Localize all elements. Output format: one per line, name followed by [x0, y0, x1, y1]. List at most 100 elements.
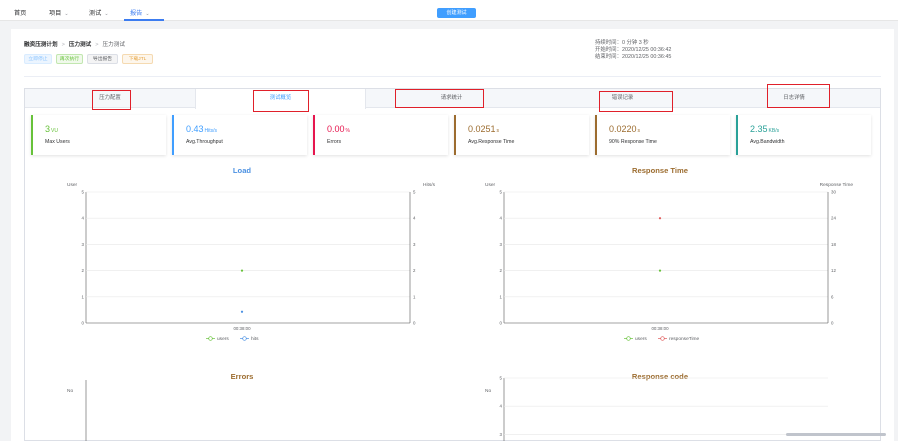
metric-card: 0.43Hits/s Avg.Throughput [172, 115, 307, 155]
rerun-button[interactable]: 再次执行 [56, 54, 83, 64]
metric-label: Max Users [45, 139, 70, 145]
tick-label: 4 [500, 404, 503, 409]
tick-label: 4 [82, 216, 85, 221]
report-panel: 压力配置 测试概览 请求统计 错误记录 日志详情 3VU Max Users 0.4… [24, 84, 881, 441]
nav-project[interactable]: 项目 ⌄ [49, 8, 69, 17]
scrollbar-indicator[interactable] [786, 430, 886, 438]
y-axis-label-right: Hits/s [423, 182, 436, 188]
metric-label: Avg.Throughput [186, 139, 223, 145]
breadcrumb-report: 压力测试 [102, 42, 125, 48]
tick-label: 2 [82, 268, 85, 273]
y-axis-label: User [485, 182, 496, 188]
metric-value: 0.43Hits/s [186, 124, 217, 134]
metric-number: 0.00 [327, 124, 345, 134]
stop-button[interactable]: 立即停止 [24, 54, 52, 64]
chart-title: Response Time [632, 166, 688, 175]
legend-marker [660, 336, 665, 341]
legend-label: hits [251, 336, 259, 342]
breadcrumb: 融资压测计划 > 压力测试 > 压力测试 [24, 42, 125, 48]
nav-home[interactable]: 首页 [14, 8, 26, 17]
metric-card: 0.00% Errors [313, 115, 448, 155]
chevron-down-icon: ⌄ [145, 11, 150, 17]
tick-label: 1 [82, 294, 85, 299]
y-axis-label: User [67, 182, 78, 188]
tick-label-right: 24 [831, 216, 836, 221]
tick-label: 5 [500, 190, 503, 195]
chart-title: Response code [632, 372, 688, 381]
tick-label-right: 2 [413, 268, 416, 273]
x-tick-label: 00:38:00 [233, 326, 251, 331]
metric-value: 0.0251s [468, 124, 499, 134]
highlight-box [395, 89, 484, 108]
tick-label: 5 [500, 376, 503, 381]
metric-label: Avg.Bandwidth [750, 139, 785, 145]
start-time-text: 开始时间：2020/12/25 00:36:42 [595, 47, 672, 53]
tick-label: 2 [500, 268, 503, 273]
tick-label-right: 0 [831, 321, 834, 326]
metric-unit: VU [51, 128, 58, 134]
tick-label-right: 30 [831, 190, 836, 195]
charts-area: LoadUser Hits/s01234501234500:38:00users h… [67, 166, 854, 441]
tick-label: 4 [500, 216, 503, 221]
metric-label: Avg.Response Time [468, 139, 515, 145]
tick-label-right: 18 [831, 242, 836, 247]
y-axis-label: No [485, 388, 491, 394]
tick-label-right: 4 [413, 216, 416, 221]
tick-label: 0 [500, 321, 503, 326]
y-axis-label-right: Response Time [820, 182, 854, 188]
metric-label: Errors [327, 139, 342, 145]
highlight-box [767, 84, 830, 108]
tick-label: 3 [500, 432, 503, 437]
tick-label: 3 [500, 242, 503, 247]
metric-unit: Hits/s [204, 128, 218, 134]
metric-number: 0.0251 [468, 124, 496, 134]
data-point [240, 269, 244, 272]
highlight-box [599, 91, 673, 112]
nav-report[interactable]: 报告 ⌄ [130, 8, 150, 17]
metric-card: 0.0220s 90% Response Time [595, 115, 730, 155]
highlight-box [92, 90, 131, 110]
tick-label-right: 1 [413, 294, 416, 299]
nav-report-label: 报告 [130, 10, 143, 17]
metric-number: 2.35 [750, 124, 768, 134]
create-test-button[interactable]: 创建测试 [437, 8, 476, 18]
metric-value: 0.00% [327, 124, 350, 134]
tick-label: 3 [82, 242, 85, 247]
download-jtl-button[interactable]: 下载JTL [122, 54, 153, 64]
metric-value: 3VU [45, 124, 58, 134]
chart-title: Load [233, 166, 252, 175]
export-report-button[interactable]: 导出报告 [87, 54, 118, 64]
legend-marker [242, 336, 247, 341]
metric-card: 3VU Max Users [31, 115, 166, 155]
data-point [658, 269, 662, 272]
metric-number: 0.43 [186, 124, 204, 134]
chart-title: Errors [231, 372, 254, 381]
legend-marker [626, 336, 631, 341]
legend-marker [208, 336, 213, 341]
metric-number: 0.0220 [609, 124, 637, 134]
time-info: 持续时间：0 分钟 3 秒 开始时间：2020/12/25 00:36:42 结… [595, 40, 671, 61]
tick-label: 5 [82, 190, 85, 195]
metric-unit: s [496, 128, 500, 134]
x-tick-label: 00:38:00 [651, 326, 669, 331]
breadcrumb-test[interactable]: 压力测试 [69, 42, 91, 48]
active-nav-indicator [124, 19, 164, 21]
data-point [658, 217, 662, 220]
breadcrumb-plan[interactable]: 融资压测计划 [24, 42, 58, 48]
duration-text: 持续时间：0 分钟 3 秒 [595, 40, 649, 46]
tick-label-right: 5 [413, 190, 416, 195]
metric-card: 2.35KB/s Avg.Bandwidth [736, 115, 871, 155]
nav-test[interactable]: 测试 ⌄ [89, 8, 109, 17]
tick-label-right: 6 [831, 294, 834, 299]
nav-project-label: 项目 [49, 10, 62, 17]
tick-label: 1 [500, 294, 503, 299]
metric-value: 0.0220s [609, 124, 640, 134]
nav-test-label: 测试 [89, 10, 102, 17]
tick-label-right: 0 [413, 321, 416, 326]
metric-number: 3 [45, 124, 51, 134]
end-time-text: 结束时间：2020/12/25 00:36:45 [595, 54, 672, 60]
tick-label-right: 12 [831, 268, 836, 273]
metric-unit: KB/s [768, 128, 780, 134]
legend-label: users [635, 336, 647, 342]
metric-unit: % [345, 128, 350, 134]
